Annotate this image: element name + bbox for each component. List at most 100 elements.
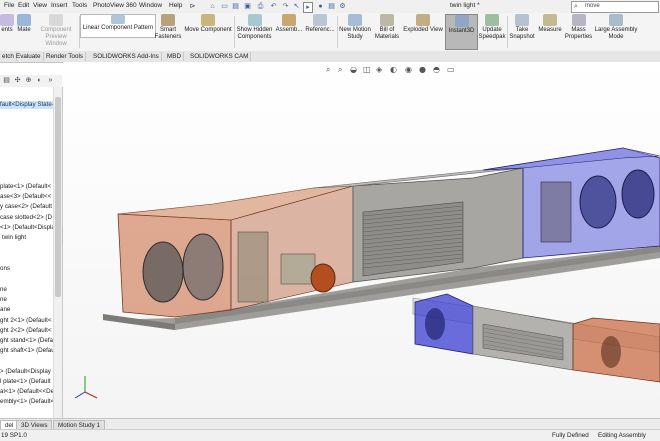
tree-scrollbar[interactable]: [53, 87, 62, 418]
new-motion-study-button[interactable]: New Motion Study: [338, 14, 372, 41]
instant3d-button[interactable]: Instant3D: [445, 14, 478, 50]
preview-window-icon: [49, 14, 63, 26]
tab-evaluate[interactable]: Evaluate: [14, 52, 44, 61]
redo-icon[interactable]: ↷: [281, 2, 290, 11]
undo-icon[interactable]: ↶: [269, 2, 278, 11]
reference-geometry-button[interactable]: Referenc...: [304, 14, 336, 34]
viewport-canvas[interactable]: ⌕ ⌕ ◒ ◫ ◈ ◐ ◉ ● ◓ ▭: [63, 62, 660, 418]
exploded-view-button[interactable]: Exploded View: [402, 14, 444, 34]
tree-row[interactable]: l plate<1> (Default: [0, 378, 51, 386]
tab-render-tools[interactable]: Render Tools: [44, 52, 86, 61]
tree-row[interactable]: y case<2> (Default: [0, 203, 52, 211]
bom-icon: [380, 14, 394, 26]
component-preview-button[interactable]: Component Preview Window: [34, 14, 78, 48]
rebuild-icon[interactable]: ●: [316, 2, 325, 11]
search-input[interactable]: ⌕ move: [571, 1, 659, 13]
new-document-icon[interactable]: ▭: [220, 2, 229, 11]
file-properties-icon[interactable]: ▤: [327, 2, 336, 11]
search-value: move: [585, 3, 600, 9]
document-title: twin light *: [450, 2, 480, 9]
mass-properties-button[interactable]: Mass Properties: [564, 14, 593, 41]
tree-selected-row[interactable]: fault<Display State-: [0, 101, 56, 109]
zoom-fit-icon: ⌕: [326, 65, 330, 74]
move-component-button[interactable]: Move Component: [183, 14, 233, 34]
menu-view[interactable]: View: [33, 2, 47, 9]
tree-row[interactable]: ght shaft<1> (Defau: [0, 347, 55, 355]
status-bar: 19 SP1.0 Fully Defined Editing Assembly: [0, 429, 660, 441]
orange-motor: [310, 263, 336, 293]
zoom-area-icon: ⌕: [338, 65, 342, 74]
graphics-viewport[interactable]: ⌕ ⌕ ◒ ◫ ◈ ◐ ◉ ● ◓ ▭: [63, 62, 660, 418]
tree-row[interactable]: ght stand<1> (Defau: [0, 337, 56, 345]
more-tabs-icon[interactable]: »: [46, 77, 55, 85]
config-manager-icon[interactable]: ✣: [13, 77, 22, 85]
view-settings-icon: ▭: [447, 65, 455, 74]
menu-bar: File Edit View Insert Tools PhotoView 36…: [0, 0, 660, 14]
mate-button[interactable]: Mate: [15, 14, 33, 34]
tab-cam[interactable]: SOLIDWORKS CAM: [188, 52, 252, 61]
print-icon[interactable]: ⎙: [256, 2, 265, 11]
tree-row[interactable]: ase<3> (Default<<: [0, 193, 51, 201]
mass-properties-icon: [571, 14, 586, 26]
blue-reflector-2: [621, 169, 655, 219]
tree-row[interactable]: ons: [0, 265, 10, 273]
hide-show-icon: ◉: [405, 65, 412, 74]
display-manager-icon[interactable]: ◐: [35, 77, 44, 85]
tree-row[interactable]: ght 2<1> (Default<: [0, 317, 51, 325]
pin-icon[interactable]: ⊳: [188, 2, 197, 11]
tree-row[interactable]: <1> (Default<Display: [0, 224, 58, 232]
menu-insert[interactable]: Insert: [51, 2, 67, 9]
assembly-features-icon: [282, 14, 296, 26]
tree-row[interactable]: ne: [0, 296, 7, 304]
scrollbar-thumb[interactable]: [55, 97, 61, 297]
open-icon[interactable]: ▤: [231, 2, 240, 11]
save-icon[interactable]: ▣: [243, 2, 252, 11]
menu-tools[interactable]: Tools: [72, 2, 87, 9]
orange-motor-housing: [280, 253, 316, 285]
linear-pattern-icon: [111, 15, 125, 24]
tree-row[interactable]: al<1> (Default<<De: [0, 388, 54, 396]
smart-fasteners-button[interactable]: Smart Fasteners: [154, 14, 182, 41]
motion-study-icon: [348, 14, 362, 26]
show-hidden-icon: [247, 14, 262, 26]
edit-component-button[interactable]: ents: [0, 14, 14, 34]
menu-photoview[interactable]: PhotoView 360: [93, 2, 137, 9]
reference-geometry-icon: [313, 14, 327, 26]
menu-file[interactable]: File: [4, 2, 14, 9]
second-blue-reflector: [425, 308, 445, 340]
command-manager: ents Mate Component Preview Window Linea…: [0, 13, 660, 52]
menu-help[interactable]: Help: [169, 2, 182, 9]
tab-mbd[interactable]: MBD: [165, 52, 184, 61]
tree-row[interactable]: plate<1> (Default<: [0, 183, 51, 191]
menu-edit[interactable]: Edit: [18, 2, 29, 9]
tree-row[interactable]: twin light: [2, 234, 26, 242]
assembly-features-button[interactable]: Assemb...: [275, 14, 303, 34]
tree-row[interactable]: ane: [0, 306, 10, 314]
instant3d-icon: [454, 15, 469, 27]
tree-row[interactable]: > (Default<Display: [0, 368, 51, 376]
tab-addins[interactable]: SOLIDWORKS Add-Ins: [91, 52, 162, 61]
take-snapshot-button[interactable]: Take Snapshot: [508, 14, 536, 41]
tree-row[interactable]: case slotted<2> (D: [0, 214, 52, 222]
show-hidden-button[interactable]: Show Hidden Components: [236, 14, 273, 41]
bill-of-materials-button[interactable]: Bill of Materials: [373, 14, 401, 41]
tree-row[interactable]: ne: [0, 286, 7, 294]
display-style-icon: ◐: [390, 65, 397, 74]
measure-button[interactable]: Measure: [537, 14, 563, 34]
status-mode: Editing Assembly: [598, 432, 646, 439]
smart-fasteners-icon: [161, 14, 175, 26]
tree-row[interactable]: embly<1> (Default<: [0, 398, 54, 406]
menu-window[interactable]: Window: [139, 2, 162, 9]
options-icon[interactable]: ⚙: [338, 2, 347, 11]
dimxpert-icon[interactable]: ⊕: [24, 77, 33, 85]
tree-row[interactable]: ght 2<2> (Default<: [0, 327, 51, 335]
linear-pattern-button[interactable]: Linear Component Pattern: [80, 14, 156, 38]
separator: [234, 16, 235, 48]
select-icon[interactable]: ↖: [292, 2, 301, 11]
update-speedpak-button[interactable]: Update Speedpak: [477, 14, 507, 41]
property-manager-icon[interactable]: ▤: [2, 77, 11, 85]
home-icon[interactable]: ⌂: [208, 2, 217, 11]
select-dropdown-icon[interactable]: ▸: [303, 2, 313, 13]
large-assembly-button[interactable]: Large Assembly Mode: [594, 14, 638, 41]
large-assembly-icon: [609, 14, 623, 26]
